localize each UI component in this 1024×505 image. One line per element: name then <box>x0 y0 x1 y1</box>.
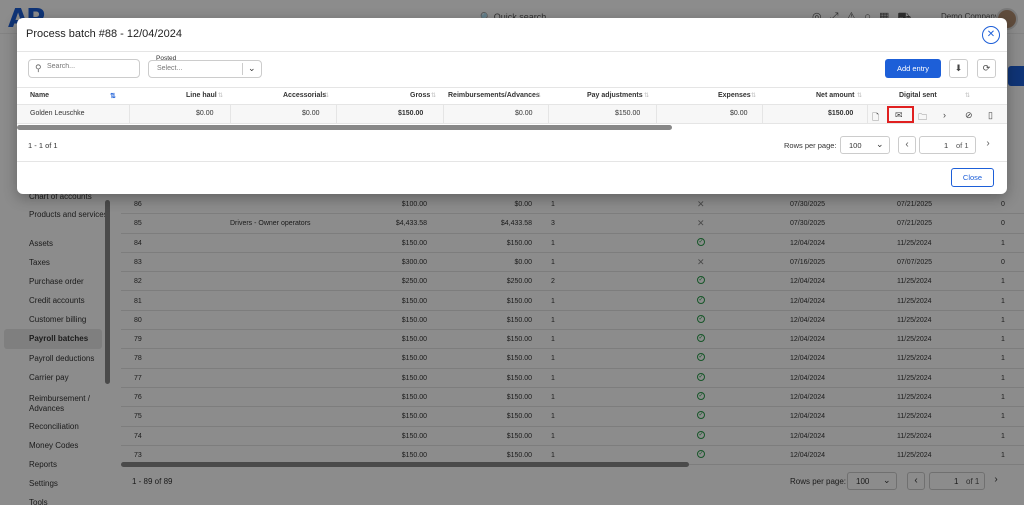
col-digital-sent[interactable]: Digital sent <box>899 92 937 99</box>
sort-icon[interactable]: ⇅ <box>965 92 970 99</box>
cell-gross: $150.00 <box>398 110 424 117</box>
col-pay-adjustments[interactable]: Pay adjustments <box>587 92 643 99</box>
process-batch-dialog: Process batch #88 - 12/04/2024 ✕ ⚲ Poste… <box>17 18 1007 194</box>
add-entry-button[interactable]: Add entry <box>885 59 941 78</box>
col-accessorials[interactable]: Accessorials <box>283 92 326 99</box>
check-circle-icon[interactable]: ⊘ <box>965 110 973 121</box>
cell-expenses: $0.00 <box>730 110 748 117</box>
search-input[interactable] <box>47 63 137 70</box>
folder-icon[interactable]: 🗀 <box>918 110 927 126</box>
divider <box>17 51 1007 52</box>
next-page-button[interactable]: › <box>979 136 997 154</box>
sort-icon[interactable]: ⇅ <box>857 92 862 99</box>
email-icon[interactable]: ✉ <box>895 110 903 121</box>
col-expenses[interactable]: Expenses <box>718 92 751 99</box>
pager-range: 1 - 1 of 1 <box>28 141 58 150</box>
chevron-down-icon: ⌄ <box>876 139 884 149</box>
search-field[interactable]: ⚲ <box>28 59 140 78</box>
mobile-icon[interactable]: ▯ <box>988 110 993 121</box>
sort-icon[interactable]: ⇅ <box>110 92 116 100</box>
chevron-right-icon[interactable]: › <box>943 110 946 120</box>
sort-icon[interactable]: ⇅ <box>536 92 541 99</box>
cell-net-amount: $150.00 <box>828 110 854 117</box>
col-gross[interactable]: Gross <box>410 92 430 99</box>
prev-page-button[interactable]: ‹ <box>898 136 916 154</box>
posted-select[interactable]: Select... ⌄ <box>148 60 262 78</box>
search-icon: ⚲ <box>35 63 42 73</box>
divider <box>17 161 1007 162</box>
close-button[interactable]: Close <box>951 168 994 187</box>
cell-pay-adjustments: $150.00 <box>615 110 641 117</box>
close-icon[interactable]: ✕ <box>982 26 1000 44</box>
dialog-title: Process batch #88 - 12/04/2024 <box>26 28 182 40</box>
rows-per-page-select[interactable]: 100 ⌄ <box>840 136 890 154</box>
table-row[interactable]: Golden Leuschke $0.00 $0.00 $150.00 $0.0… <box>17 105 1007 124</box>
refresh-icon[interactable]: ⟳ <box>977 59 996 78</box>
rows-per-page-label: Rows per page: <box>784 141 837 150</box>
sort-icon[interactable]: ⇅ <box>431 92 436 99</box>
cell-reimbursements: $0.00 <box>515 110 533 117</box>
chevron-down-icon: ⌄ <box>248 63 256 73</box>
sort-icon[interactable]: ⇅ <box>218 92 223 99</box>
document-icon[interactable]: 🗋 <box>872 110 879 126</box>
table-header: Name ⇅ Line haul ⇅ Accessorials ⇅ Gross … <box>17 87 1007 105</box>
cell-line-haul: $0.00 <box>196 110 214 117</box>
download-icon[interactable]: ⬇ <box>949 59 968 78</box>
col-net-amount[interactable]: Net amount <box>816 92 855 99</box>
cell-accessorials: $0.00 <box>302 110 320 117</box>
col-line-haul[interactable]: Line haul <box>186 92 217 99</box>
table-horizontal-scrollbar[interactable] <box>17 125 672 130</box>
page-input[interactable]: 1 of 1 <box>919 136 976 154</box>
sort-icon[interactable]: ⇅ <box>751 92 756 99</box>
sort-icon[interactable]: ⇅ <box>324 92 329 99</box>
cell-name: Golden Leuschke <box>30 110 85 117</box>
sort-icon[interactable]: ⇅ <box>644 92 649 99</box>
col-reimbursements[interactable]: Reimbursements/Advances <box>448 92 540 99</box>
col-name[interactable]: Name <box>30 92 49 99</box>
